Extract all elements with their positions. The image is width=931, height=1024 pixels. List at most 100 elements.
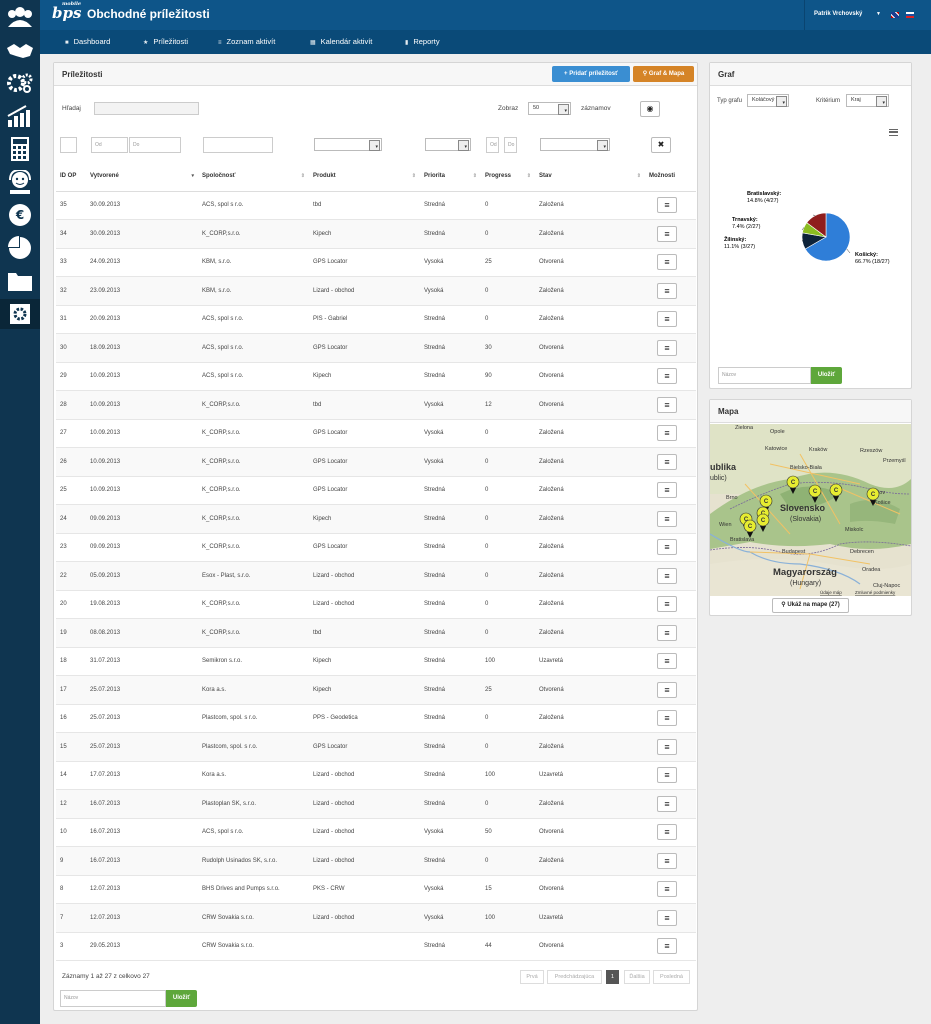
- user-name[interactable]: Patrik Vrchovský: [814, 11, 862, 17]
- caret-down-icon[interactable]: ▼: [876, 11, 881, 17]
- graph-map-button[interactable]: ⚲ Graf & Mapa: [633, 66, 694, 82]
- table-row[interactable]: 24 09.09.2013 K_CORP,s.r.o. Kipech Stredná 0 Z…: [56, 504, 696, 534]
- row-options-button[interactable]: ≡: [657, 738, 677, 755]
- row-options-button[interactable]: ≡: [657, 368, 677, 385]
- user-menu[interactable]: Patrik Vrchovský ▼: [804, 0, 931, 30]
- table-row[interactable]: 9 16.07.2013 Rudolph Usinados SK, s.r.o. Li…: [56, 846, 696, 876]
- table-row[interactable]: 25 10.09.2013 K_CORP,s.r.o. GPS Locator Stre…: [56, 476, 696, 505]
- gears-icon[interactable]: [0, 68, 40, 98]
- row-options-button[interactable]: ≡: [657, 282, 677, 299]
- table-row[interactable]: 10 16.07.2013 ACS, spol s r.o. Lizard - obc…: [56, 818, 696, 847]
- row-options-button[interactable]: ≡: [657, 624, 677, 641]
- row-options-button[interactable]: ≡: [657, 596, 677, 613]
- status-filter[interactable]: ▾: [540, 138, 610, 151]
- table-row[interactable]: 29 10.09.2013 ACS, spol s r.o. Kipech Stredn…: [56, 362, 696, 391]
- table-row[interactable]: 35 30.09.2013 ACS, spol s r.o. tbd Stredná 0 Z…: [56, 191, 696, 220]
- table-row[interactable]: 28 10.09.2013 K_CORP,s.r.o. tbd Vysoká 12 Otvo…: [56, 390, 696, 420]
- progress-to-filter[interactable]: Do: [504, 137, 517, 153]
- table-row[interactable]: 22 05.09.2013 Esox - Plast, s.r.o. Lizard -…: [56, 561, 696, 591]
- show-on-map-button[interactable]: ⚲ Ukáž na mape (27): [772, 598, 849, 613]
- row-options-button[interactable]: ≡: [657, 539, 677, 556]
- id-filter[interactable]: [60, 137, 77, 153]
- created-to-filter[interactable]: Do: [129, 137, 181, 153]
- table-row[interactable]: 17 25.07.2013 Kora a.s. Kipech Stredná 25 Otvo…: [56, 675, 696, 705]
- created-from-filter[interactable]: Od: [91, 137, 128, 153]
- row-options-button[interactable]: ≡: [657, 909, 677, 926]
- pager-last[interactable]: Posledná: [653, 970, 690, 984]
- criterion-select[interactable]: Kraj ▾: [846, 94, 889, 107]
- table-row[interactable]: 31 20.09.2013 ACS, spol s r.o. PIS - Gabrie…: [56, 305, 696, 334]
- progress-from-filter[interactable]: Od: [486, 137, 499, 153]
- calculator-icon[interactable]: [0, 134, 40, 164]
- table-row[interactable]: 15 25.07.2013 Plastcom, spol. s r.o. GPS Lo…: [56, 732, 696, 762]
- column-header-status[interactable]: Stav ⇕: [535, 161, 645, 192]
- chart-type-select[interactable]: Koláčový ▾: [747, 94, 789, 107]
- row-options-button[interactable]: ≡: [657, 710, 677, 727]
- nav-reports[interactable]: ▮ Reporty: [405, 30, 440, 54]
- table-row[interactable]: 8 12.07.2013 BHS Drives and Pumps s.r.o. PK…: [56, 875, 696, 904]
- priority-filter[interactable]: ▾: [425, 138, 471, 151]
- pie-chart-icon[interactable]: [0, 233, 40, 263]
- table-row[interactable]: 33 24.09.2013 KBM, s.r.o. GPS Locator Vysoká…: [56, 248, 696, 277]
- row-options-button[interactable]: ≡: [657, 197, 677, 214]
- row-options-button[interactable]: ≡: [657, 767, 677, 784]
- row-options-button[interactable]: ≡: [657, 567, 677, 584]
- flag-uk-icon[interactable]: [891, 12, 899, 18]
- row-options-button[interactable]: ≡: [657, 453, 677, 470]
- search-input[interactable]: [94, 102, 199, 115]
- pager-first[interactable]: Prvá: [520, 970, 544, 984]
- table-row[interactable]: 26 10.09.2013 K_CORP,s.r.o. GPS Locator Vyso…: [56, 447, 696, 477]
- table-row[interactable]: 30 18.09.2013 ACS, spol s r.o. GPS Locator S…: [56, 333, 696, 363]
- table-row[interactable]: 3 29.05.2013 CRW Sovakia s.r.o. Stredná 44 Ot…: [56, 932, 696, 961]
- row-options-button[interactable]: ≡: [657, 254, 677, 271]
- row-options-button[interactable]: ≡: [657, 852, 677, 869]
- column-visibility-button[interactable]: ◉: [640, 101, 660, 117]
- table-row[interactable]: 12 16.07.2013 Plastoplan SK, s.r.o. Lizard …: [56, 789, 696, 819]
- flag-sk-icon[interactable]: [906, 12, 914, 18]
- table-row[interactable]: 34 30.09.2013 K_CORP,s.r.o. Kipech Stredná 0 Z…: [56, 219, 696, 249]
- row-options-button[interactable]: ≡: [657, 311, 677, 328]
- app-logo[interactable]: mobile bps: [52, 1, 81, 22]
- row-options-button[interactable]: ≡: [657, 482, 677, 499]
- row-options-button[interactable]: ≡: [657, 824, 677, 841]
- row-options-button[interactable]: ≡: [657, 339, 677, 356]
- company-filter[interactable]: [203, 137, 273, 153]
- table-row[interactable]: 27 10.09.2013 K_CORP,s.r.o. GPS Locator Vyso…: [56, 419, 696, 448]
- add-opportunity-button[interactable]: + Pridať príležitosť: [552, 66, 630, 82]
- row-options-button[interactable]: ≡: [657, 396, 677, 413]
- row-options-button[interactable]: ≡: [657, 510, 677, 527]
- table-row[interactable]: 16 25.07.2013 Plastcom, spol. s r.o. PPS - …: [56, 704, 696, 733]
- column-header-progress[interactable]: Progress ⇕: [481, 161, 535, 192]
- support-icon[interactable]: [0, 167, 40, 197]
- row-options-button[interactable]: ≡: [657, 681, 677, 698]
- table-row[interactable]: 32 23.09.2013 KBM, s.r.o. Lizard - obchod Vy…: [56, 276, 696, 306]
- pager-previous[interactable]: Predchádzajúca: [547, 970, 602, 984]
- money-icon[interactable]: €: [0, 200, 40, 230]
- row-options-button[interactable]: ≡: [657, 881, 677, 898]
- row-options-button[interactable]: ≡: [657, 425, 677, 442]
- column-header-company[interactable]: Spoločnosť ⇕: [198, 161, 309, 192]
- column-header-id[interactable]: ID OP: [56, 161, 86, 192]
- product-filter[interactable]: ▾: [314, 138, 382, 151]
- graph-save-button[interactable]: Uložiť: [811, 367, 842, 384]
- table-row[interactable]: 23 09.09.2013 K_CORP,s.r.o. GPS Locator Stre…: [56, 533, 696, 562]
- row-options-button[interactable]: ≡: [657, 225, 677, 242]
- pager-page-1[interactable]: 1: [606, 970, 619, 984]
- clear-filters-button[interactable]: ✖: [651, 137, 671, 153]
- table-row[interactable]: 19 08.08.2013 K_CORP,s.r.o. tbd Stredná 0 Zalo…: [56, 618, 696, 648]
- nav-activities[interactable]: ≡ Zoznam aktivít: [218, 30, 275, 54]
- handshake-icon[interactable]: [0, 35, 40, 65]
- page-size-select[interactable]: 50 ▾: [528, 102, 571, 115]
- chart-growth-icon[interactable]: [0, 101, 40, 131]
- row-options-button[interactable]: ≡: [657, 653, 677, 670]
- table-row[interactable]: 14 17.07.2013 Kora a.s. Lizard - obchod Stre…: [56, 761, 696, 790]
- row-options-button[interactable]: ≡: [657, 938, 677, 955]
- table-row[interactable]: 7 12.07.2013 CRW Sovakia s.r.o. Lizard - ob…: [56, 903, 696, 933]
- settings-icon[interactable]: [0, 299, 40, 329]
- map-terms[interactable]: Zmluvné podmienky: [855, 590, 896, 595]
- column-header-created[interactable]: Vytvorené ▾: [86, 161, 198, 192]
- nav-dashboard[interactable]: ■ Dashboard: [65, 30, 110, 54]
- pager-next[interactable]: Ďalšia: [624, 970, 650, 984]
- clients-icon[interactable]: [0, 2, 40, 32]
- table-row[interactable]: 20 19.08.2013 K_CORP,s.r.o. Lizard - obchod…: [56, 590, 696, 619]
